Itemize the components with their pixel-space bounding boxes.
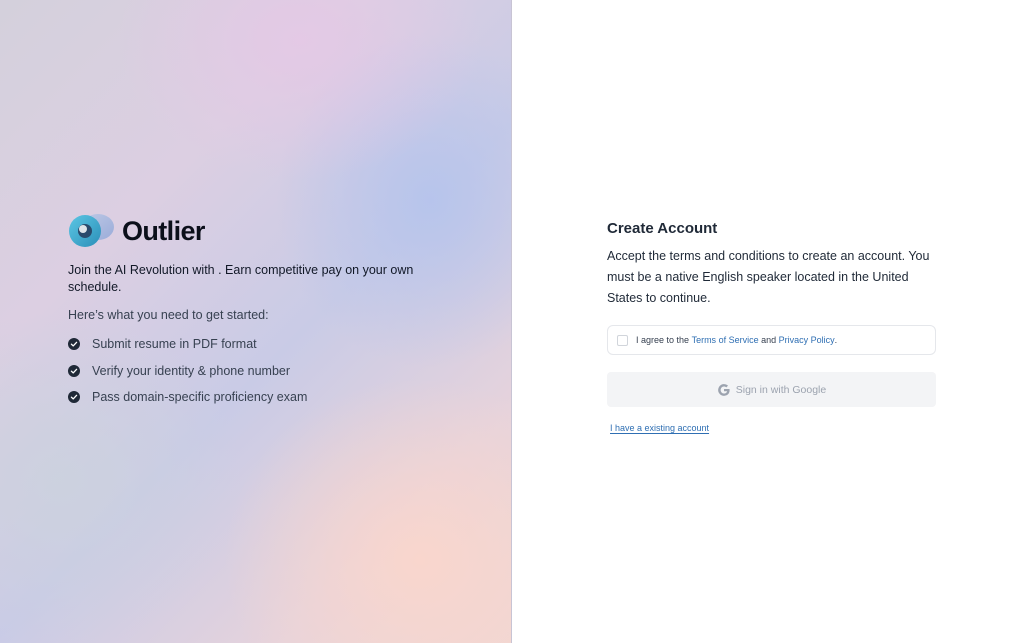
requirements-intro: Here’s what you need to get started: [68,308,269,322]
list-item: Verify your identity & phone number [68,358,428,385]
list-item: Pass domain-specific proficiency exam [68,384,428,411]
terms-agreement: I agree to the Terms of Service and Priv… [607,325,936,355]
form-panel: Create Account Accept the terms and cond… [512,0,1024,643]
terms-of-service-link[interactable]: Terms of Service [692,335,759,345]
list-item: Submit resume in PDF format [68,331,428,358]
agree-suffix: . [834,335,838,345]
check-circle-icon [68,391,80,404]
page-title: Create Account [607,220,718,237]
google-icon [717,383,730,396]
form-description: Accept the terms and conditions to creat… [607,249,930,305]
agree-prefix: I agree to the [636,335,690,345]
create-account-card: Create Account Accept the terms and cond… [607,219,937,436]
requirement-label: Verify your identity & phone number [92,363,291,378]
existing-account-link[interactable]: I have a existing account [610,423,709,433]
terms-checkbox[interactable] [617,334,628,346]
privacy-policy-link[interactable]: Privacy Policy [779,335,835,345]
hero-panel: Outlier Join the AI Revolution with . Ea… [0,0,512,643]
outlier-logo-icon [69,214,114,247]
requirements-list: Submit resume in PDF format Verify your … [68,331,428,411]
requirement-label: Submit resume in PDF format [92,337,257,352]
signup-page: Outlier Join the AI Revolution with . Ea… [0,0,1024,643]
brand-name: Outlier [122,215,205,246]
agree-conjunction: and [761,335,777,345]
brand: Outlier [68,213,428,249]
google-button-label: Sign in with Google [735,383,827,396]
tagline: Join the AI Revolution with . Earn compe… [68,263,414,294]
check-circle-icon [68,364,80,377]
google-sign-in-button[interactable]: Sign in with Google [607,372,936,407]
check-circle-icon [68,338,80,351]
requirement-label: Pass domain-specific proficiency exam [92,390,308,405]
hero-content: Outlier Join the AI Revolution with . Ea… [68,213,428,411]
